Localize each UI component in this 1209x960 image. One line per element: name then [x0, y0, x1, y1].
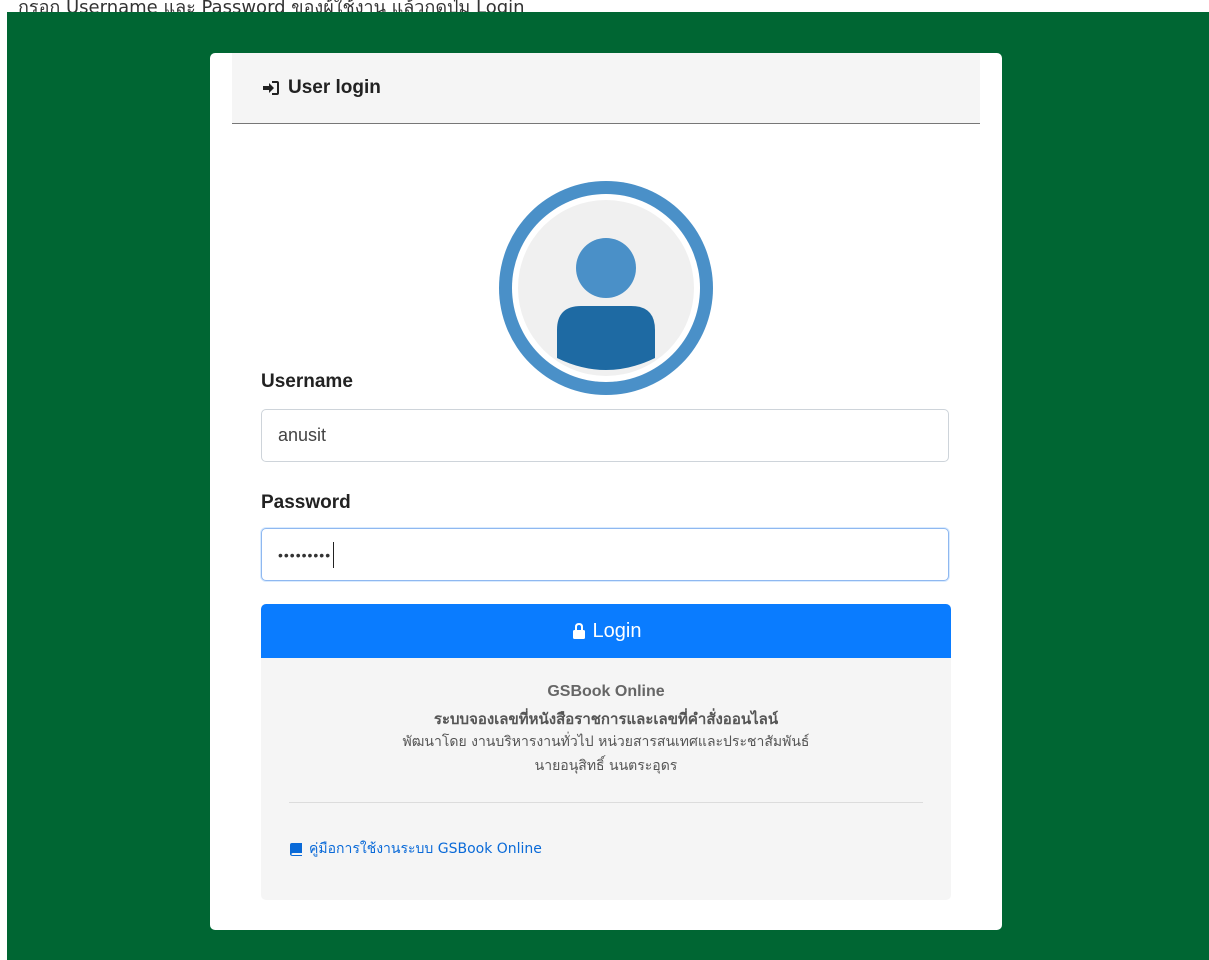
user-avatar-icon [499, 181, 713, 395]
login-button[interactable]: Login [261, 604, 951, 658]
text-cursor [333, 541, 335, 568]
lock-icon [572, 623, 585, 639]
author-name: นายอนุสิทธิ์ นนตระอุดร [534, 758, 678, 774]
footer-divider [289, 802, 923, 803]
developer-credit: พัฒนาโดย งานบริหารงานทั่วไป หน่วยสารสนเท… [402, 734, 810, 750]
username-input[interactable]: anusit [261, 409, 949, 462]
login-label: Login [592, 619, 642, 642]
manual-link[interactable]: คู่มือการใช้งานระบบ GSBook Online [289, 838, 542, 860]
card-title: User login [288, 77, 381, 98]
manual-link-label: คู่มือการใช้งานระบบ GSBook Online [309, 841, 542, 857]
card-header: User login [232, 53, 980, 124]
username-label: Username [261, 371, 353, 392]
footer-panel: GSBook Online ระบบจองเลขที่หนังสือราชการ… [261, 658, 951, 900]
password-label: Password [261, 492, 351, 513]
password-input[interactable]: ••••••••• [261, 528, 949, 581]
username-value: anusit [278, 425, 327, 445]
password-value: ••••••••• [278, 546, 332, 563]
app-description: ระบบจองเลขที่หนังสือราชการและเลขที่คำสั่… [433, 710, 779, 728]
sign-in-icon [263, 81, 279, 95]
instruction-caption: กรอก Username และ Password ของผู้ใช้งาน … [18, 0, 525, 18]
book-icon [290, 843, 302, 856]
login-card: User login Username anusit Password ••••… [210, 53, 1002, 930]
app-name: GSBook Online [547, 683, 665, 700]
